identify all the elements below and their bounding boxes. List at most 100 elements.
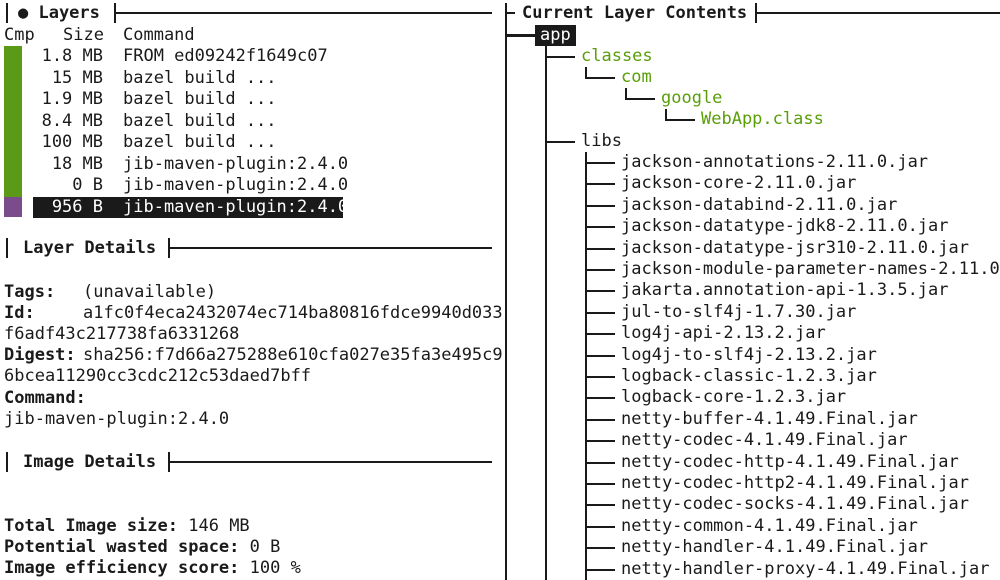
layer-efficiency-bar	[4, 46, 22, 68]
tree-connector	[585, 152, 587, 580]
command-value: jib-maven-plugin:2.4.0	[4, 409, 230, 429]
tree-connector	[585, 269, 615, 271]
layer-row[interactable]: 15 MB bazel build ...	[33, 68, 277, 89]
layer-efficiency-bar	[4, 67, 22, 90]
tree-connector	[545, 46, 547, 580]
tree-connector	[545, 141, 575, 143]
tree-node-jar[interactable]: netty-codec-socks-4.1.49.Final.jar	[621, 494, 969, 515]
tags-label: Tags:	[4, 282, 56, 302]
total-size-row: Total Image size: 146 MB	[4, 516, 250, 537]
layer-details-title: Layer Details	[23, 238, 157, 258]
layer-size: 1.9 MB	[41, 89, 103, 109]
tree-node-libs[interactable]: libs	[581, 131, 622, 152]
tree-connector	[625, 98, 655, 100]
tree-node-jar[interactable]: jackson-datatype-jdk8-2.11.0.jar	[621, 216, 949, 237]
tree-connector	[585, 183, 615, 186]
efficiency-row: Image efficiency score: 100 %	[4, 558, 301, 579]
tags-value: (unavailable)	[83, 282, 217, 302]
tree-connector	[507, 34, 535, 37]
layer-row[interactable]: 100 MB bazel build ...	[33, 132, 277, 153]
tree-connector	[585, 525, 615, 528]
layer-efficiency-bar	[4, 110, 22, 133]
id-value-line1: a1fc0f4eca2432074ec714ba80816fdce9940d03…	[83, 303, 503, 323]
contents-panel-title: Current Layer Contents	[522, 3, 748, 23]
command-label: Command:	[4, 388, 86, 408]
tree-node-jar[interactable]: jackson-annotations-2.11.0.jar	[621, 152, 928, 173]
tree-node-jar[interactable]: netty-handler-4.1.49.Final.jar	[621, 537, 928, 558]
panel-separator	[505, 3, 507, 580]
id-value-line2: f6adf43c217738fa6331268	[4, 324, 240, 344]
panel-border	[6, 452, 8, 472]
layer-command: bazel build ...	[123, 110, 277, 131]
panel-divider	[116, 12, 492, 14]
layer-size: 100 MB	[41, 132, 103, 152]
tree-connector	[585, 204, 615, 207]
tree-node-jar[interactable]: netty-codec-4.1.49.Final.jar	[621, 430, 908, 451]
tree-node-jar[interactable]: log4j-api-2.13.2.jar	[621, 323, 826, 344]
layer-size: 956 B	[51, 196, 103, 217]
tree-connector	[585, 418, 615, 421]
layer-command: bazel build ...	[123, 89, 277, 109]
tree-connector	[585, 311, 615, 314]
efficiency-label: Image efficiency score:	[4, 558, 240, 578]
tree-connector	[585, 354, 615, 357]
tree-connector	[585, 397, 615, 400]
tree-node-jar[interactable]: netty-codec-http-4.1.49.Final.jar	[621, 452, 959, 473]
tree-connector	[545, 56, 575, 58]
layer-row[interactable]: 8.4 MB bazel build ...	[33, 111, 277, 132]
layer-efficiency-bar	[4, 175, 22, 197]
layer-row[interactable]: 1.9 MB bazel build ...	[33, 89, 277, 110]
tree-node-jar[interactable]: netty-handler-proxy-4.1.49.Final.jar	[621, 559, 989, 580]
tree-node-jar[interactable]: jackson-core-2.11.0.jar	[621, 173, 856, 194]
digest-value-line2: 6bcea11290cc3cdc212c53daed7bff	[4, 366, 312, 386]
tree-connector	[585, 483, 615, 485]
tree-connector	[585, 247, 615, 250]
layer-command: bazel build ...	[123, 132, 277, 152]
wasted-space-label: Potential wasted space:	[4, 537, 240, 557]
digest-label: Digest:	[4, 345, 76, 365]
wasted-space-row: Potential wasted space: 0 B	[4, 537, 280, 558]
layer-command: FROM ed09242f1649c07	[123, 46, 328, 66]
layer-efficiency-bar	[4, 153, 22, 176]
tree-node-classes[interactable]: classes	[581, 46, 653, 67]
tree-node-jar[interactable]: logback-classic-1.2.3.jar	[621, 366, 877, 387]
tree-node-jar[interactable]: logback-core-1.2.3.jar	[621, 387, 846, 408]
total-size-label: Total Image size:	[4, 516, 178, 536]
size-column-header: Size	[63, 25, 104, 45]
layer-row[interactable]: 1.8 MB FROM ed09242f1649c07	[33, 46, 328, 67]
panel-border	[6, 238, 8, 258]
tree-node-webapp-class[interactable]: WebApp.class	[701, 109, 824, 130]
tree-node-jar[interactable]: jul-to-slf4j-1.7.30.jar	[621, 302, 856, 323]
panel-divider	[170, 247, 492, 249]
layer-row[interactable]: 956 B jib-maven-plugin:2.4.0	[33, 196, 348, 218]
tree-node-jar[interactable]: netty-codec-http2-4.1.49.Final.jar	[621, 473, 969, 494]
efficiency-value: 100 %	[249, 558, 301, 578]
tree-node-jar[interactable]: jakarta.annotation-api-1.3.5.jar	[621, 280, 949, 301]
layer-efficiency-bar	[4, 132, 22, 154]
tree-node-jar[interactable]: jackson-datatype-jsr310-2.11.0.jar	[621, 238, 969, 259]
layer-row[interactable]: 0 B jib-maven-plugin:2.4.0	[33, 175, 348, 196]
layer-command: bazel build ...	[123, 67, 277, 88]
tree-connector	[585, 504, 615, 507]
command-column-header: Command	[123, 25, 195, 45]
layer-efficiency-bar	[4, 196, 22, 217]
layer-command: jib-maven-plugin:2.4.0	[123, 175, 349, 195]
layer-row[interactable]: 18 MB jib-maven-plugin:2.4.0	[33, 154, 348, 175]
layer-size: 15 MB	[51, 67, 103, 88]
tree-node-jar[interactable]: jackson-module-parameter-names-2.11.0	[621, 259, 1000, 280]
tree-node-google[interactable]: google	[661, 88, 722, 109]
tree-connector	[585, 162, 615, 164]
tree-node-jar[interactable]: log4j-to-slf4j-2.13.2.jar	[621, 345, 877, 366]
cmp-column-header: Cmp	[4, 25, 35, 45]
tree-node-com[interactable]: com	[621, 67, 652, 88]
tree-connector	[585, 568, 615, 571]
layer-size: 0 B	[72, 175, 103, 195]
tree-connector	[585, 77, 615, 79]
tree-node-jar[interactable]: netty-common-4.1.49.Final.jar	[621, 516, 918, 537]
layer-size: 8.4 MB	[41, 110, 103, 131]
tree-node-jar[interactable]: jackson-databind-2.11.0.jar	[621, 195, 897, 216]
tree-connector	[585, 547, 615, 550]
tree-node-jar[interactable]: netty-buffer-4.1.49.Final.jar	[621, 409, 918, 430]
tree-connector	[665, 119, 695, 121]
tree-node-app[interactable]: app	[535, 25, 576, 46]
